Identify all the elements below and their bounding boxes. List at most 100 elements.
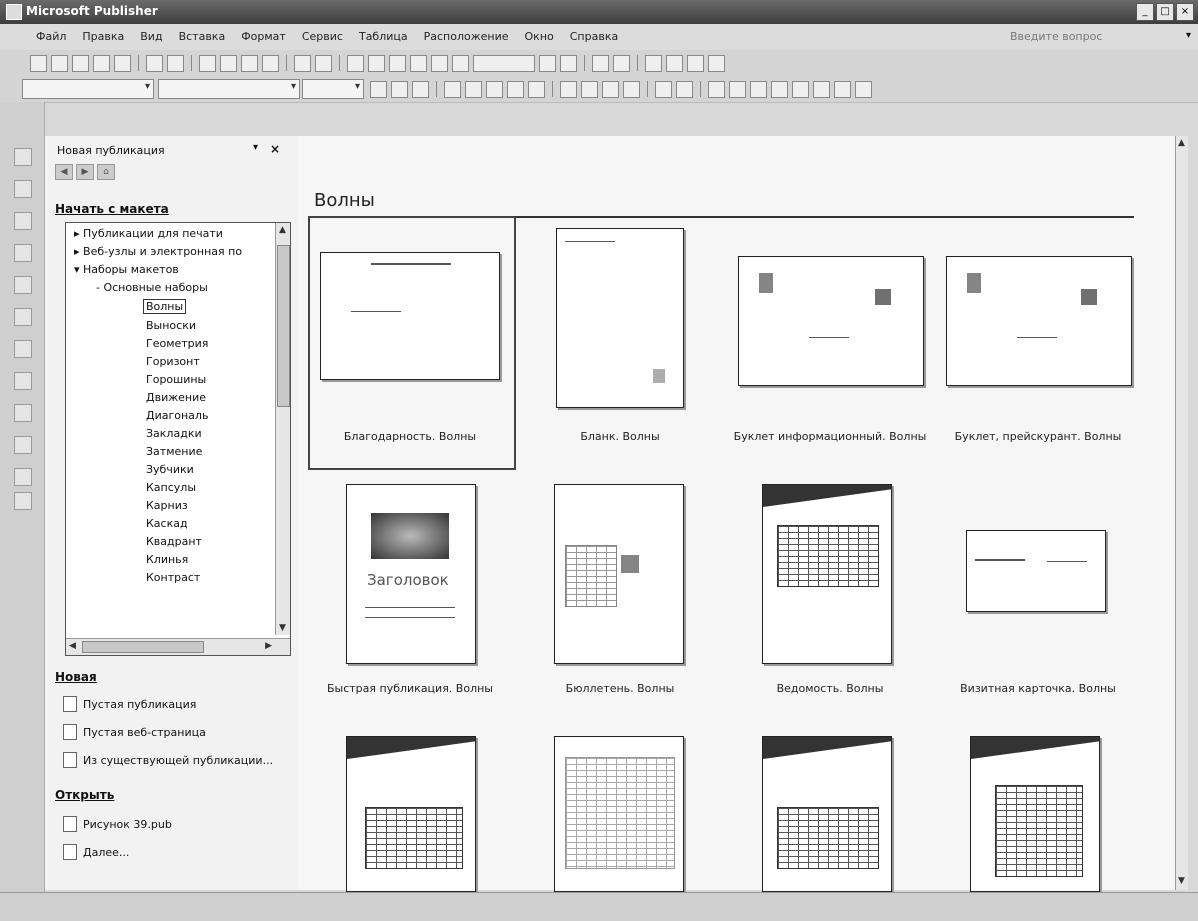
chevron-down-icon[interactable]: ▾	[1186, 30, 1191, 41]
hotspot-icon[interactable]	[14, 492, 32, 510]
select-icon[interactable]	[14, 148, 32, 166]
copy-icon[interactable]	[220, 55, 237, 72]
more-files-link[interactable]: Далее...	[63, 844, 129, 860]
line-style-icon[interactable]	[771, 81, 788, 98]
web-icon[interactable]	[645, 55, 662, 72]
print-icon[interactable]	[93, 55, 110, 72]
tree-item[interactable]: ▸ Веб-узлы и электронная по	[74, 245, 242, 258]
design-gallery-icon[interactable]	[14, 468, 32, 486]
tree-item[interactable]: - Основные наборы	[96, 281, 208, 294]
template-thumbnail[interactable]	[946, 256, 1132, 386]
text-box-icon[interactable]	[14, 180, 32, 198]
menu-arrange[interactable]: Расположение	[424, 30, 509, 43]
template-thumbnail[interactable]	[738, 256, 924, 386]
redo-icon[interactable]	[315, 55, 332, 72]
shadow-style-icon[interactable]	[834, 81, 851, 98]
template-caption[interactable]: Буклет информационный. Волны	[730, 430, 930, 443]
close-window-button[interactable]: ×	[1176, 3, 1194, 21]
scroll-thumb[interactable]	[82, 641, 204, 653]
tree-item[interactable]: Карниз	[146, 499, 188, 512]
chart-icon[interactable]	[708, 55, 725, 72]
scroll-down-icon[interactable]: ▼	[1178, 876, 1185, 886]
save-icon[interactable]	[72, 55, 89, 72]
numbering-icon[interactable]	[560, 81, 577, 98]
scroll-thumb[interactable]	[277, 245, 290, 407]
scroll-down-icon[interactable]: ▼	[279, 623, 286, 633]
pilcrow-icon[interactable]	[452, 55, 469, 72]
scroll-up-icon[interactable]: ▲	[1178, 138, 1185, 148]
italic-icon[interactable]	[391, 81, 408, 98]
template-caption[interactable]: Ведомость. Волны	[730, 682, 930, 695]
increase-font-icon[interactable]	[676, 81, 693, 98]
template-thumbnail[interactable]	[554, 484, 684, 664]
font-combo[interactable]	[158, 79, 300, 99]
line-color-icon[interactable]	[729, 81, 746, 98]
chevron-down-icon[interactable]: ▾	[253, 142, 258, 153]
minimize-button[interactable]: _	[1136, 3, 1154, 21]
menu-tools[interactable]: Сервис	[302, 30, 343, 43]
tree-item-selected[interactable]: Волны	[143, 299, 187, 314]
close-icon[interactable]: ×	[270, 142, 280, 156]
toolbar-options-icon[interactable]	[613, 55, 630, 72]
template-thumbnail[interactable]	[320, 252, 500, 380]
zoom-combo[interactable]	[473, 55, 535, 72]
tree-item[interactable]: Выноски	[146, 319, 196, 332]
help-icon[interactable]	[592, 55, 609, 72]
tree-item[interactable]: ▸ Публикации для печати	[74, 227, 223, 240]
menu-format[interactable]: Формат	[241, 30, 286, 43]
tree-item[interactable]: Диагональ	[146, 409, 208, 422]
line-tool-icon[interactable]	[14, 308, 32, 326]
template-thumbnail[interactable]	[554, 736, 684, 892]
zoom-in-icon[interactable]	[560, 55, 577, 72]
template-thumbnail[interactable]	[762, 736, 892, 892]
menu-insert[interactable]: Вставка	[179, 30, 226, 43]
insert-hyperlink-icon[interactable]	[410, 55, 427, 72]
gallery-scrollbar[interactable]: ▲ ▼	[1175, 136, 1188, 890]
align-center-icon[interactable]	[465, 81, 482, 98]
maximize-button[interactable]: □	[1156, 3, 1174, 21]
scroll-up-icon[interactable]: ▲	[279, 225, 286, 235]
bring-forward-icon[interactable]	[347, 55, 364, 72]
template-thumbnail[interactable]	[966, 530, 1106, 612]
arrow-tool-icon[interactable]	[14, 340, 32, 358]
paste-icon[interactable]	[241, 55, 258, 72]
tree-item[interactable]: Контраст	[146, 571, 200, 584]
decrease-indent-icon[interactable]	[602, 81, 619, 98]
design-tree[interactable]: ▸ Публикации для печати ▸ Веб-узлы и эле…	[65, 222, 291, 656]
home-icon[interactable]: ⌂	[97, 164, 115, 180]
blank-publication-link[interactable]: Пустая публикация	[63, 696, 196, 712]
align-right-icon[interactable]	[486, 81, 503, 98]
ask-question-box[interactable]: Введите вопрос	[1010, 30, 1102, 43]
template-caption[interactable]: Быстрая публикация. Волны	[310, 682, 510, 695]
template-caption[interactable]: Визитная карточка. Волны	[938, 682, 1138, 695]
table-tool-icon[interactable]	[14, 212, 32, 230]
scroll-left-icon[interactable]: ◀	[69, 641, 76, 651]
tree-item[interactable]: Движение	[146, 391, 206, 404]
template-caption[interactable]: Бланк. Волны	[520, 430, 720, 443]
tree-vertical-scrollbar[interactable]: ▲ ▼	[275, 223, 290, 635]
print-preview-icon[interactable]	[114, 55, 131, 72]
align-left-icon[interactable]	[444, 81, 461, 98]
cut-icon[interactable]	[199, 55, 216, 72]
increase-indent-icon[interactable]	[623, 81, 640, 98]
bullets-icon[interactable]	[581, 81, 598, 98]
zoom-out-icon[interactable]	[539, 55, 556, 72]
3d-style-icon[interactable]	[855, 81, 872, 98]
menu-window[interactable]: Окно	[525, 30, 554, 43]
template-thumbnail[interactable]	[970, 736, 1100, 892]
tree-item[interactable]: Клинья	[146, 553, 188, 566]
menu-table[interactable]: Таблица	[359, 30, 408, 43]
menu-edit[interactable]: Правка	[82, 30, 124, 43]
tree-item[interactable]: Зубчики	[146, 463, 194, 476]
oval-tool-icon[interactable]	[14, 372, 32, 390]
spelling-icon[interactable]	[146, 55, 163, 72]
tree-item[interactable]: Горизонт	[146, 355, 200, 368]
tree-item[interactable]: Горошины	[146, 373, 206, 386]
tree-horizontal-scrollbar[interactable]: ◀ ▶	[66, 638, 290, 655]
template-caption[interactable]: Благодарность. Волны	[310, 430, 510, 443]
columns-icon[interactable]	[431, 55, 448, 72]
template-caption[interactable]: Бюллетень. Волны	[520, 682, 720, 695]
style-combo[interactable]	[22, 79, 154, 99]
scroll-right-icon[interactable]: ▶	[265, 641, 272, 651]
template-caption[interactable]: Буклет, прейскурант. Волны	[938, 430, 1138, 443]
